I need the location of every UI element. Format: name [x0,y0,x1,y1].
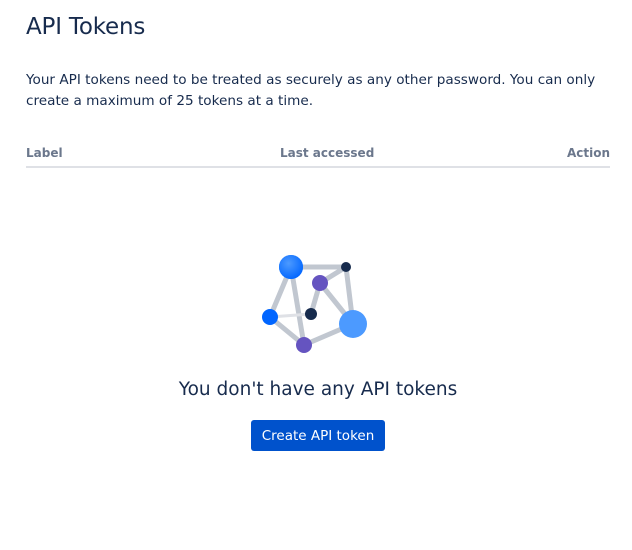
network-graph-illustration [262,255,367,353]
column-header-action: Action [566,146,610,160]
tokens-table-header: Label Last accessed Action [26,144,610,168]
create-api-token-button[interactable]: Create API token [251,420,385,451]
page-title: API Tokens [26,14,146,40]
column-header-last-accessed: Last accessed [280,146,375,160]
empty-state-title: You don't have any API tokens [178,379,458,400]
column-header-label: Label [26,146,63,160]
page-description: Your API tokens need to be treated as se… [26,72,596,109]
